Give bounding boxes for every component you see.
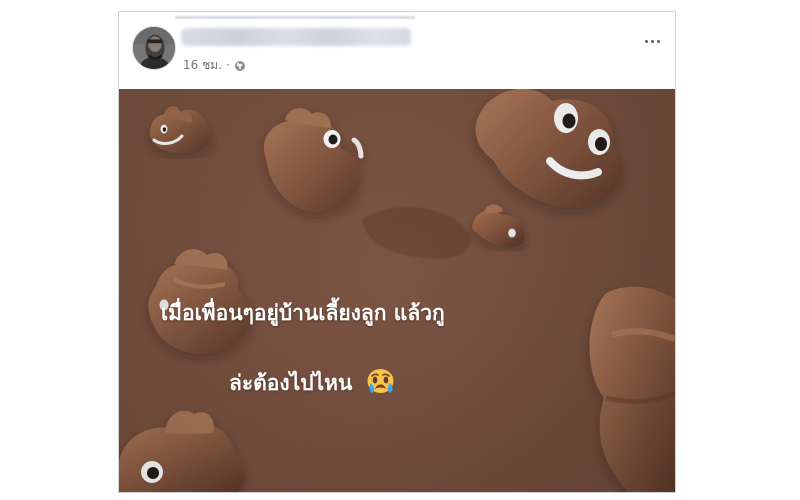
poop-icon-center-shadow [362, 206, 471, 260]
poop-icon-right-edge [589, 286, 675, 492]
post-timestamp[interactable]: 16 ชม. [183, 56, 222, 74]
poop-icon-middle-right [472, 204, 524, 248]
post-caption: เมื่อเพื่อนๆอยู่บ้านเลี้ยงลูก แล้วกู ล่ะ… [161, 261, 561, 395]
post-image[interactable]: เมื่อเพื่อนๆอยู่บ้านเลี้ยงลูก แล้วกู ล่ะ… [119, 89, 675, 492]
more-icon-dot-2 [650, 39, 654, 43]
facebook-post-screenshot: 16 ชม. · เมื่อเพื่อนๆอยู่บ้านเลี้ยงลูก แ… [0, 0, 800, 500]
meta-separator: · [225, 58, 230, 72]
more-icon-dot-3 [656, 39, 660, 43]
poop-icon-upper-left [149, 106, 212, 154]
poop-icon-top-center [264, 108, 364, 213]
avatar-image-icon [133, 27, 175, 69]
more-icon-dot-1 [644, 39, 648, 43]
post-meta: 16 ชม. · [183, 56, 246, 74]
post-header: 16 ชม. · [119, 12, 675, 89]
post-card: 16 ชม. · เมื่อเพื่อนๆอยู่บ้านเลี้ยงลูก แ… [118, 11, 676, 493]
author-name-blurred[interactable] [181, 28, 411, 46]
poop-icon-upper-right [475, 89, 623, 208]
globe-icon[interactable] [234, 60, 246, 72]
caption-line-1: เมื่อเพื่อนๆอยู่บ้านเลี้ยงลูก แล้วกู [161, 301, 445, 325]
blurred-name-line [175, 16, 415, 19]
more-options-button[interactable] [639, 31, 665, 51]
caption-line-2: ล่ะต้องไปไหน [229, 371, 353, 395]
crying-face-icon [365, 367, 396, 395]
avatar[interactable] [132, 26, 176, 70]
caption-line-2-wrapper: ล่ะต้องไปไหน [161, 366, 561, 401]
